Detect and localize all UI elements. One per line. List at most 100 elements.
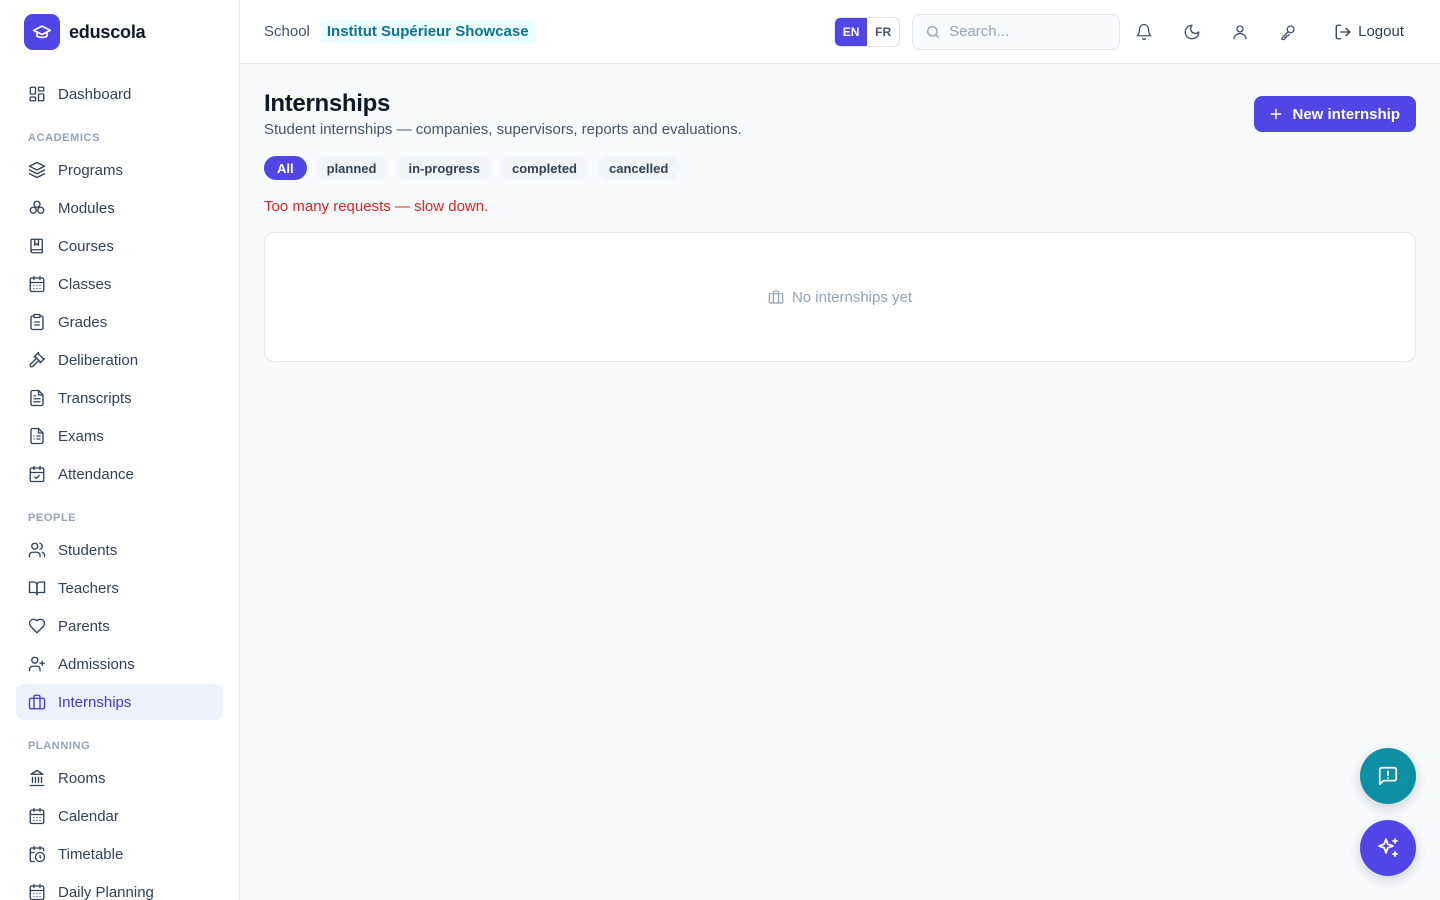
sidebar-item-transcripts[interactable]: Transcripts (16, 380, 223, 416)
new-internship-label: New internship (1292, 105, 1400, 123)
sidebar-item-label: Timetable (58, 845, 124, 863)
filter-chip-planned[interactable]: planned (314, 156, 389, 180)
sidebar-item-attendance[interactable]: Attendance (16, 456, 223, 492)
feedback-chat-button[interactable] (1360, 748, 1416, 804)
sidebar-item-classes[interactable]: Classes (16, 266, 223, 302)
clipboard-icon (30, 313, 44, 331)
sidebar-item-dashboard[interactable]: Dashboard (16, 76, 223, 112)
calendar-icon (29, 275, 45, 293)
new-internship-button[interactable]: New internship (1254, 96, 1416, 132)
graduation-cap-icon (24, 14, 60, 50)
dashboard-icon (29, 86, 45, 102)
calendar-icon (29, 883, 45, 900)
status-filters: All planned in-progress completed cancelled (264, 156, 688, 180)
sidebar-item-calendar[interactable]: Calendar (16, 798, 223, 834)
logout-icon (1334, 23, 1358, 41)
search-box (912, 13, 1121, 50)
message-alert-icon (1377, 765, 1399, 787)
sidebar-item-label: Students (58, 541, 118, 559)
brand[interactable]: eduscola (0, 0, 239, 64)
file-text-icon (30, 389, 44, 407)
book-icon (30, 238, 43, 254)
sidebar-item-rooms[interactable]: Rooms (16, 760, 223, 796)
sidebar-item-label: Calendar (58, 807, 119, 825)
topbar: School Institut Supérieur Showcase EN FR… (240, 0, 1440, 64)
lang-en-button[interactable]: EN (835, 17, 868, 46)
filter-chip-all[interactable]: All (264, 156, 307, 180)
sidebar-nav: Dashboard ACADEMICS Programs Modules Courses… (0, 64, 239, 900)
filter-chip-in-progress[interactable]: in-progress (396, 156, 492, 180)
sidebar-item-programs[interactable]: Programs (16, 152, 223, 188)
moon-icon[interactable] (1168, 14, 1216, 50)
sidebar-item-exams[interactable]: Exams (16, 418, 223, 454)
page-subtitle: Student internships — companies, supervi… (264, 121, 742, 138)
plus-icon (1268, 106, 1292, 122)
sidebar-item-label: Modules (58, 199, 115, 217)
sidebar-item-daily-planning[interactable]: Daily Planning (16, 874, 223, 900)
school-label: School (264, 23, 310, 40)
search-input[interactable] (949, 23, 1110, 40)
file-list-icon (30, 427, 44, 445)
sidebar-item-label: Admissions (58, 655, 135, 673)
error-message: Too many requests — slow down. (264, 198, 489, 215)
sidebar-section-title: ACADEMICS (28, 132, 101, 144)
empty-state-text: No internships yet (791, 288, 913, 306)
school-badge[interactable]: Institut Supérieur Showcase (319, 20, 536, 43)
user-icon[interactable] (1216, 14, 1264, 50)
calendar-check-icon (29, 465, 45, 483)
sidebar-item-label: Programs (58, 161, 124, 179)
lang-fr-button[interactable]: FR (867, 18, 899, 46)
logout-button[interactable]: Logout (1322, 14, 1416, 50)
sidebar-section-title: PEOPLE (28, 512, 77, 524)
brand-name: eduscola (69, 21, 146, 42)
sidebar-item-label: Classes (58, 275, 112, 293)
briefcase-icon (768, 289, 792, 305)
key-icon[interactable] (1264, 14, 1312, 50)
sidebar-item-label: Transcripts (58, 389, 132, 407)
sparkles-icon (1376, 836, 1400, 860)
sidebar-section-title: PLANNING (28, 740, 91, 752)
sidebar-item-label: Internships (58, 693, 132, 711)
main-content: Internships Student internships — compan… (264, 64, 1416, 362)
modules-icon (29, 200, 45, 214)
sidebar-item-courses[interactable]: Courses (16, 228, 223, 264)
language-switcher: EN FR (834, 16, 901, 47)
sidebar-item-label: Dashboard (58, 85, 132, 103)
search-icon (925, 24, 941, 40)
gavel-icon (29, 351, 46, 368)
sidebar-item-label: Courses (58, 237, 114, 255)
sidebar: eduscola Dashboard ACADEMICS Programs Modul… (0, 0, 240, 900)
users-icon (28, 542, 46, 558)
page-header: Internships Student internships — compan… (264, 64, 1416, 144)
sidebar-item-label: Deliberation (58, 351, 139, 369)
sidebar-item-modules[interactable]: Modules (16, 190, 223, 226)
open-book-icon (28, 581, 46, 596)
ai-assistant-button[interactable] (1360, 820, 1416, 876)
empty-state-card: No internships yet (264, 232, 1416, 362)
sidebar-item-admissions[interactable]: Admissions (16, 646, 223, 682)
sidebar-item-label: Parents (58, 617, 110, 635)
calendar-icon (29, 807, 45, 825)
bell-icon[interactable] (1120, 14, 1168, 50)
sidebar-item-label: Daily Planning (58, 883, 154, 900)
sidebar-item-parents[interactable]: Parents (16, 608, 223, 644)
filter-chip-completed[interactable]: completed (499, 156, 589, 180)
sidebar-item-label: Exams (58, 427, 104, 445)
sidebar-item-timetable[interactable]: Timetable (16, 836, 223, 872)
sidebar-item-grades[interactable]: Grades (16, 304, 223, 340)
layers-icon (28, 161, 46, 179)
user-plus-icon (28, 656, 46, 672)
sidebar-item-deliberation[interactable]: Deliberation (16, 342, 223, 378)
logout-label: Logout (1358, 23, 1404, 40)
heart-icon (28, 618, 46, 634)
building-icon (29, 769, 45, 787)
page-title: Internships (264, 90, 391, 117)
sidebar-item-teachers[interactable]: Teachers (16, 570, 223, 606)
sidebar-item-label: Rooms (58, 769, 106, 787)
sidebar-item-internships[interactable]: Internships (16, 684, 223, 720)
sidebar-item-label: Attendance (58, 465, 134, 483)
sidebar-item-students[interactable]: Students (16, 532, 223, 568)
filter-chip-cancelled[interactable]: cancelled (597, 156, 681, 180)
calendar-clock-icon (29, 845, 46, 863)
